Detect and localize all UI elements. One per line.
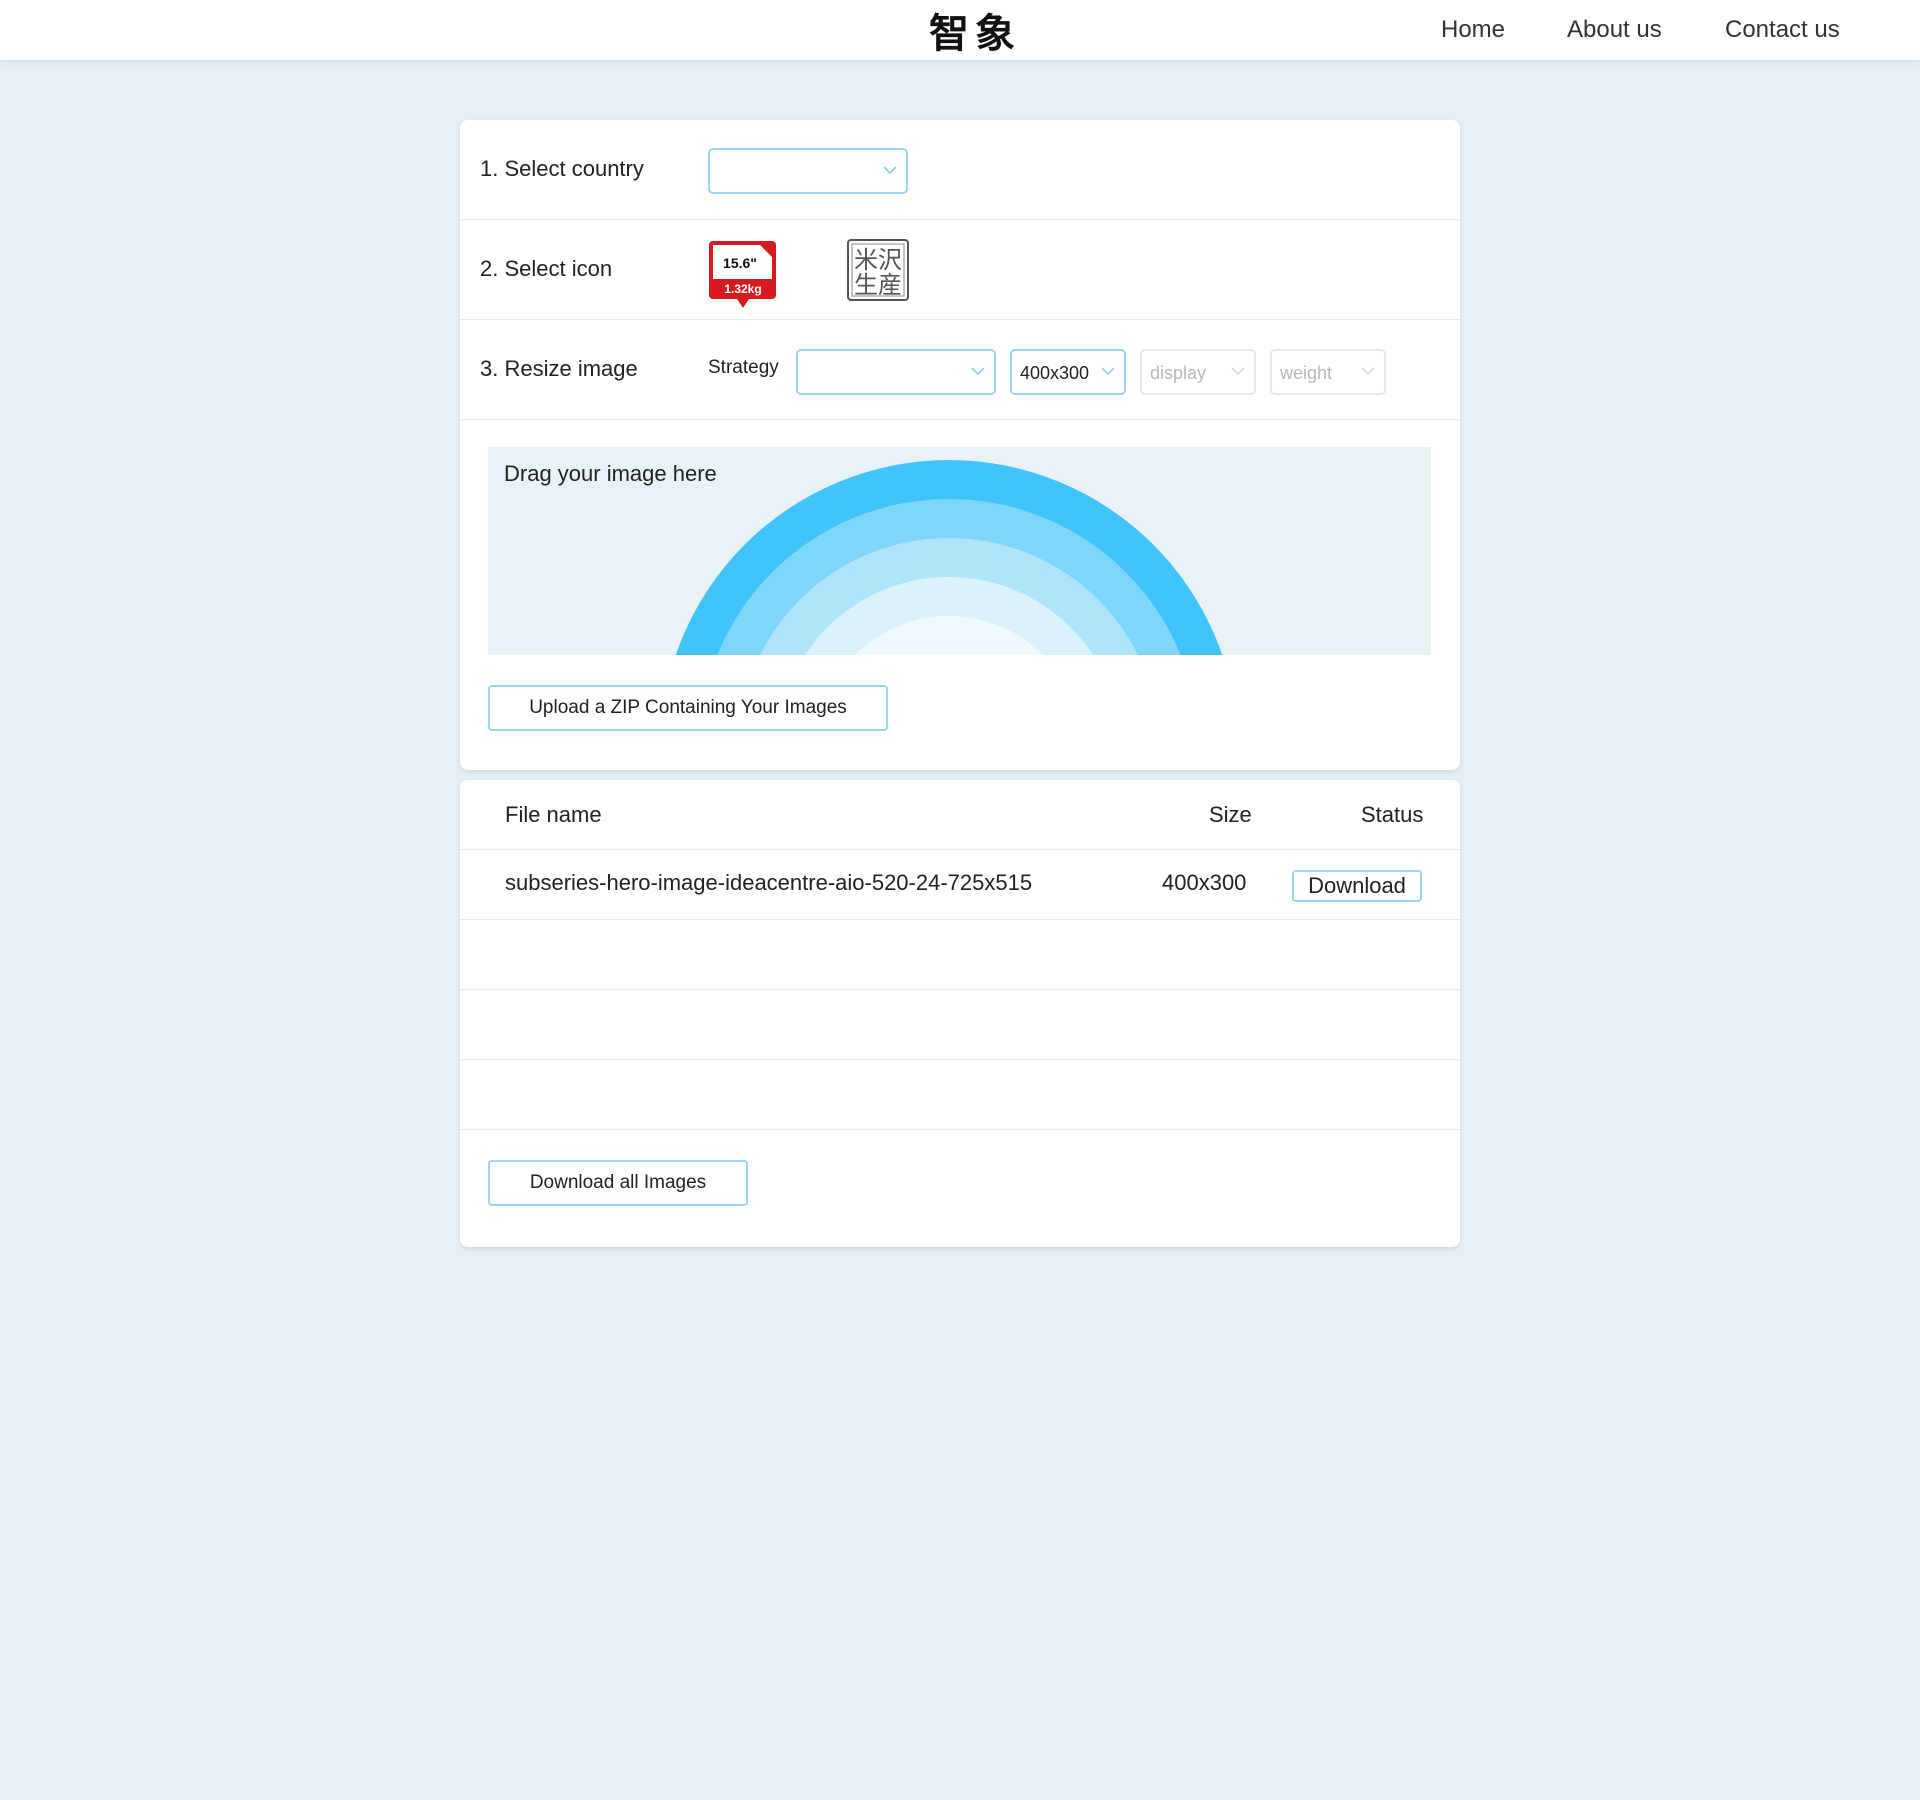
table-row: subseries-hero-image-ideacentre-aio-520-… — [460, 850, 1460, 920]
dropzone-hint: Drag your image here — [504, 461, 717, 486]
size-select-value: 400x300 — [1020, 363, 1090, 383]
empty-table-row — [460, 920, 1460, 990]
chevron-down-icon — [971, 367, 985, 376]
brand-logo[interactable]: 智象 — [900, 2, 1050, 58]
size-select[interactable]: 400x300 — [1010, 349, 1126, 395]
download-all-button[interactable]: Download all Images — [488, 1160, 748, 1206]
empty-table-row — [460, 1060, 1460, 1130]
table-header: File name Size Status — [460, 780, 1460, 850]
icon-label: 2. Select icon — [480, 256, 613, 281]
display-select-placeholder: display — [1150, 363, 1207, 383]
country-select[interactable] — [708, 148, 908, 194]
weight-select[interactable]: weight — [1270, 349, 1386, 395]
icon-row: 2. Select icon 15.6" 1.32kg 米沢 生産 — [460, 220, 1460, 320]
upload-zip-button[interactable]: Upload a ZIP Containing Your Images — [488, 685, 888, 731]
strategy-select[interactable] — [796, 349, 996, 395]
resize-label: 3. Resize image — [480, 356, 638, 381]
weight-select-placeholder: weight — [1280, 363, 1333, 383]
resize-row: 3. Resize image Strategy 400x300 display… — [460, 320, 1460, 420]
display-select[interactable]: display — [1140, 349, 1256, 395]
stamp-line-1: 米沢 — [854, 246, 902, 274]
badge-size-text: 15.6" — [723, 255, 757, 271]
yonezawa-stamp-icon[interactable]: 米沢 生産 — [846, 238, 910, 302]
image-dropzone[interactable]: Drag your image here — [488, 447, 1431, 655]
column-header-file-name: File name — [505, 802, 602, 827]
chevron-down-icon — [1231, 367, 1245, 376]
country-row: 1. Select country — [460, 120, 1460, 220]
nav-contact-link[interactable]: Contact us — [1725, 0, 1840, 60]
image-settings-card: 1. Select country 2. Select icon 15.6" 1… — [460, 120, 1460, 770]
chevron-down-icon — [883, 166, 897, 175]
column-header-size: Size — [1209, 802, 1252, 827]
laptop-spec-badge-icon[interactable]: 15.6" 1.32kg — [708, 240, 778, 310]
file-list-card: File name Size Status subseries-hero-ima… — [460, 780, 1460, 1247]
badge-weight-text: 1.32kg — [724, 282, 761, 296]
file-size-cell: 400x300 — [1162, 870, 1247, 895]
column-header-status: Status — [1361, 802, 1424, 827]
strategy-label: Strategy — [708, 357, 779, 378]
chevron-down-icon — [1101, 367, 1115, 376]
nav-about-link[interactable]: About us — [1567, 0, 1662, 60]
nav-home-link[interactable]: Home — [1441, 0, 1505, 60]
top-navigation-bar: 智象 Home About us Contact us — [0, 0, 1920, 60]
download-button[interactable]: Download — [1292, 870, 1422, 902]
country-label: 1. Select country — [480, 156, 644, 181]
file-name-cell: subseries-hero-image-ideacentre-aio-520-… — [505, 870, 1033, 895]
empty-table-row — [460, 990, 1460, 1060]
stamp-line-2: 生産 — [854, 271, 902, 299]
chevron-down-icon — [1361, 367, 1375, 376]
